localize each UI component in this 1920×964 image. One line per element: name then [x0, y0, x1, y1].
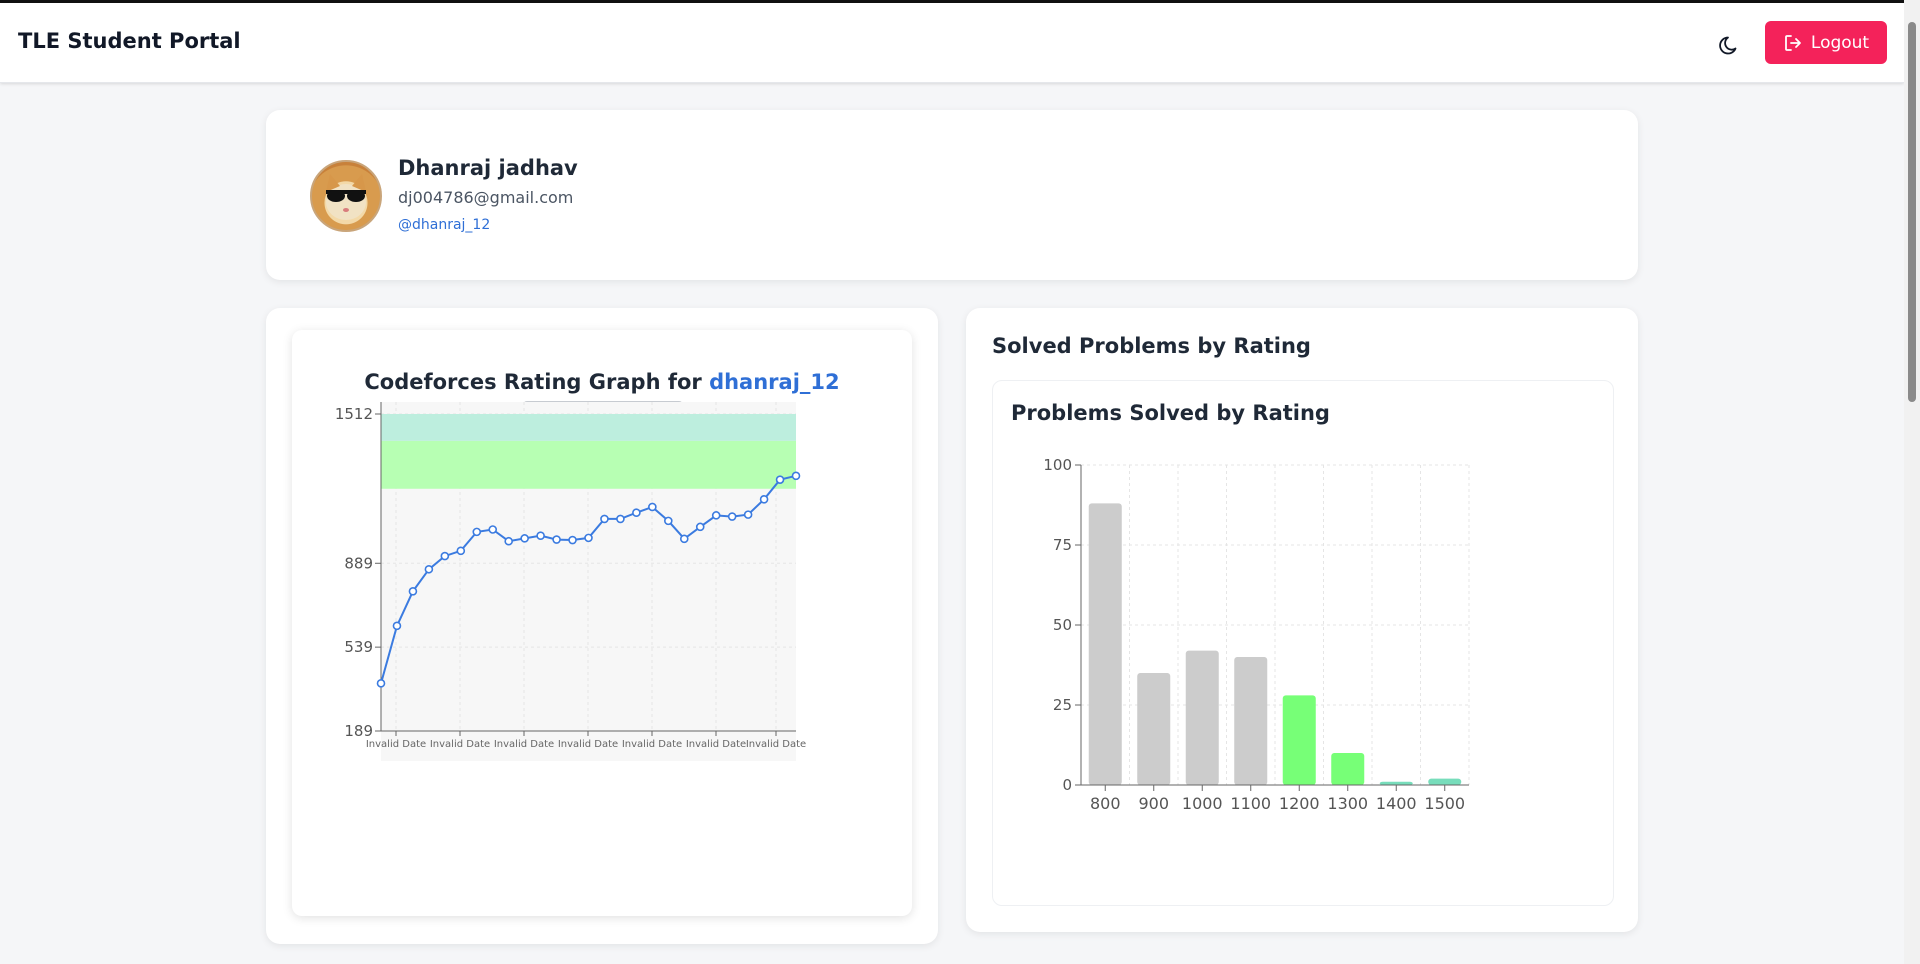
- x-tick-label: Invalid Date: [622, 739, 682, 750]
- y-tick-label: 25: [1053, 696, 1072, 714]
- y-tick-label: 1512: [335, 405, 373, 423]
- rating-point[interactable]: [679, 534, 689, 544]
- rating-point[interactable]: [568, 535, 577, 545]
- y-tick-label: 189: [344, 722, 373, 740]
- bar-1500[interactable]: [1428, 778, 1462, 785]
- rating-point[interactable]: [632, 508, 641, 518]
- bar-1300[interactable]: [1331, 753, 1365, 785]
- rating-point[interactable]: [600, 514, 609, 524]
- logout-button[interactable]: Logout: [1765, 21, 1887, 64]
- rating-graph-card: Codeforces Rating Graph for dhanraj_12 L…: [266, 308, 938, 944]
- rating-point[interactable]: [424, 564, 434, 574]
- y-tick-label: 889: [344, 554, 373, 572]
- profile-name: Dhanraj jadhav: [398, 156, 578, 180]
- rating-point[interactable]: [376, 679, 386, 688]
- y-tick-label: 100: [1043, 456, 1072, 474]
- rating-point[interactable]: [536, 531, 545, 541]
- rating-line-chart: 1895398891512Invalid Date Invalid Date Inv…: [335, 402, 806, 761]
- rating-point[interactable]: [440, 551, 450, 561]
- avatar-cat-sunglasses-icon: [326, 174, 366, 220]
- rating-point[interactable]: [648, 502, 657, 512]
- logout-icon: [1784, 34, 1801, 51]
- x-tick-label: 1500: [1424, 794, 1465, 813]
- profile-handle-link[interactable]: @dhanraj_12: [398, 217, 490, 233]
- rating-point[interactable]: [392, 621, 402, 631]
- solved-problems-card: Solved Problems by Rating Problems Solve…: [966, 308, 1638, 932]
- rating-point[interactable]: [504, 536, 513, 546]
- rating-point[interactable]: [759, 495, 769, 504]
- rating-point[interactable]: [743, 510, 753, 519]
- rating-point[interactable]: [775, 475, 785, 484]
- page-scrollbar[interactable]: [1904, 0, 1920, 964]
- x-tick-label: Invalid Date: [686, 739, 746, 750]
- rating-point[interactable]: [727, 512, 737, 521]
- rating-point[interactable]: [472, 527, 482, 537]
- x-tick-label: Invalid Date: [430, 739, 490, 750]
- bar-1100[interactable]: [1234, 657, 1268, 785]
- x-tick-label: 1400: [1376, 794, 1417, 813]
- rating-point[interactable]: [695, 522, 705, 532]
- x-tick-label: 1200: [1279, 794, 1320, 813]
- rating-point[interactable]: [488, 525, 498, 534]
- x-tick-label: 1300: [1327, 794, 1368, 813]
- rating-point[interactable]: [711, 511, 721, 520]
- rating-point[interactable]: [584, 533, 593, 543]
- x-tick-label: Invalid Date: [558, 739, 618, 750]
- bar-800[interactable]: [1088, 503, 1122, 785]
- bar-1200[interactable]: [1282, 695, 1316, 785]
- bar-900[interactable]: [1137, 673, 1171, 785]
- x-tick-label: 900: [1138, 794, 1169, 813]
- x-tick-label: Invalid Date: [366, 739, 426, 750]
- brand-title: TLE Student Portal: [18, 29, 241, 53]
- rating-point[interactable]: [456, 546, 466, 556]
- rating-point[interactable]: [552, 535, 561, 544]
- theme-toggle[interactable]: [1717, 31, 1745, 59]
- profile-email: dj004786@gmail.com: [398, 188, 574, 207]
- moon-icon: [1719, 36, 1737, 55]
- bar-1000[interactable]: [1185, 650, 1219, 785]
- rating-point[interactable]: [664, 516, 673, 526]
- rating-point[interactable]: [520, 534, 529, 543]
- y-tick-label: 539: [344, 638, 373, 656]
- x-tick-label: 1100: [1230, 794, 1271, 813]
- solved-heading: Solved Problems by Rating: [992, 334, 1311, 358]
- x-tick-label: Invalid Date: [746, 739, 806, 750]
- rating-point[interactable]: [791, 471, 801, 481]
- x-tick-label: Invalid Date: [494, 739, 554, 750]
- rating-band: [381, 440, 796, 489]
- solved-bar-chart: 0 25 50 75 100 800 900 1000 1100 1200 1300 1400 1500: [1043, 456, 1470, 813]
- y-tick-label: 50: [1053, 616, 1072, 634]
- rating-point[interactable]: [616, 514, 625, 524]
- profile-card: Dhanraj jadhav dj004786@gmail.com @dhanr…: [266, 110, 1638, 280]
- avatar: [310, 160, 382, 232]
- logout-label: Logout: [1810, 32, 1870, 53]
- solved-chart-panel: Problems Solved by Rating 0 25 50 75 100 800 9…: [992, 380, 1614, 906]
- rating-band: [381, 414, 796, 441]
- rating-graph-panel: Codeforces Rating Graph for dhanraj_12 L…: [292, 330, 912, 916]
- scrollbar-thumb[interactable]: [1908, 22, 1916, 402]
- y-tick-label: 75: [1053, 536, 1072, 554]
- x-tick-label: 1000: [1182, 794, 1223, 813]
- x-tick-label: 800: [1090, 794, 1121, 813]
- rating-point[interactable]: [408, 587, 418, 596]
- y-tick-label: 0: [1062, 776, 1072, 794]
- navbar: TLE Student Portal Logout: [0, 3, 1904, 83]
